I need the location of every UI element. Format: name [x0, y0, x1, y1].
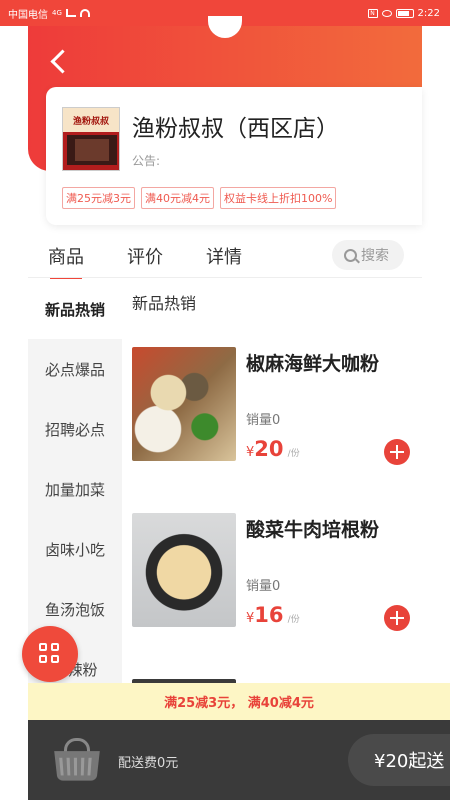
tab-bar: 商品 评价 详情 搜索 [28, 236, 422, 280]
shop-logo: 渔粉叔叔 [62, 107, 120, 171]
promo-banner: 满25减3元， 满40减4元 [28, 683, 450, 720]
price-amount: 16 [254, 603, 284, 627]
shop-logo-door [67, 135, 117, 165]
product-name: 酸菜牛肉培根粉 [246, 519, 380, 541]
shop-logo-sign: 渔粉叔叔 [63, 108, 119, 132]
price-unit: /份 [287, 615, 300, 625]
search-placeholder: 搜索 [361, 248, 389, 264]
promo-tag: 满40元减4元 [141, 187, 214, 209]
search-button[interactable]: 搜索 [332, 240, 404, 270]
delivery-fee: 配送费0元 [118, 756, 179, 771]
product-item[interactable]: 椒麻海鲜大咖粉 销量0 ¥20 /份 [122, 347, 422, 497]
category-item-braised-snacks[interactable]: 卤味小吃 [28, 519, 122, 579]
shop-page: 中国电信 4G N 2:22 渔粉叔叔 渔粉叔叔（西区店） 公告: 满25元减3… [0, 0, 450, 800]
shop-notice: 公告: [132, 154, 161, 168]
product-image[interactable] [132, 347, 236, 461]
cart-basket-icon[interactable] [50, 734, 104, 786]
search-icon [344, 248, 357, 262]
grid-icon [39, 643, 61, 665]
tab-details[interactable]: 详情 [206, 243, 242, 269]
category-sidebar: 新品热销 必点爆品 招聘必点 加量加菜 卤味小吃 鱼汤泡饭 麻辣粉 [28, 279, 122, 683]
clock: 2:22 [417, 7, 440, 19]
category-item-recruit[interactable]: 招聘必点 [28, 399, 122, 459]
category-menu-button[interactable] [22, 626, 78, 682]
product-sales: 销量0 [246, 413, 281, 428]
status-right: N 2:22 [367, 7, 440, 19]
status-left: 中国电信 4G [8, 6, 90, 21]
eye-icon [381, 9, 392, 17]
nfc-icon: N [367, 8, 378, 18]
product-price: ¥20 /份 [246, 437, 300, 461]
promo-tag: 权益卡线上折扣100% [220, 187, 337, 209]
cart-bar: 配送费0元 ¥20起送 [28, 720, 450, 800]
promo-tag: 满25元减3元 [62, 187, 135, 209]
product-image[interactable] [132, 513, 236, 627]
category-item-must-order[interactable]: 必点爆品 [28, 339, 122, 399]
add-to-cart-button[interactable] [384, 605, 410, 631]
back-button[interactable] [42, 42, 76, 80]
category-item-extra[interactable]: 加量加菜 [28, 459, 122, 519]
checkout-button[interactable]: ¥20起送 [348, 734, 450, 786]
price-amount: 20 [254, 437, 284, 461]
promo-tags: 满25元减3元 满40元减4元 权益卡线上折扣100% [62, 187, 337, 209]
add-to-cart-button[interactable] [384, 439, 410, 465]
battery-icon [395, 8, 414, 18]
shop-info-card: 渔粉叔叔 渔粉叔叔（西区店） 公告: 满25元减3元 满40元减4元 权益卡线上… [46, 87, 422, 225]
network-label: 4G [52, 9, 62, 17]
product-item[interactable]: 酸菜牛肉培根粉 销量0 ¥16 /份 [122, 513, 422, 663]
shop-name: 渔粉叔叔（西区店） [132, 116, 339, 142]
wifi-icon [79, 9, 90, 17]
section-title: 新品热销 [132, 294, 197, 313]
product-price: ¥16 /份 [246, 603, 300, 627]
tab-products[interactable]: 商品 [48, 243, 84, 280]
signal-icon [65, 9, 76, 17]
product-name: 椒麻海鲜大咖粉 [246, 353, 380, 375]
category-item-new-hot[interactable]: 新品热销 [28, 279, 122, 339]
tab-reviews[interactable]: 评价 [127, 243, 163, 269]
product-sales: 销量0 [246, 579, 281, 594]
carrier-label: 中国电信 [8, 9, 48, 21]
price-unit: /份 [287, 449, 300, 459]
